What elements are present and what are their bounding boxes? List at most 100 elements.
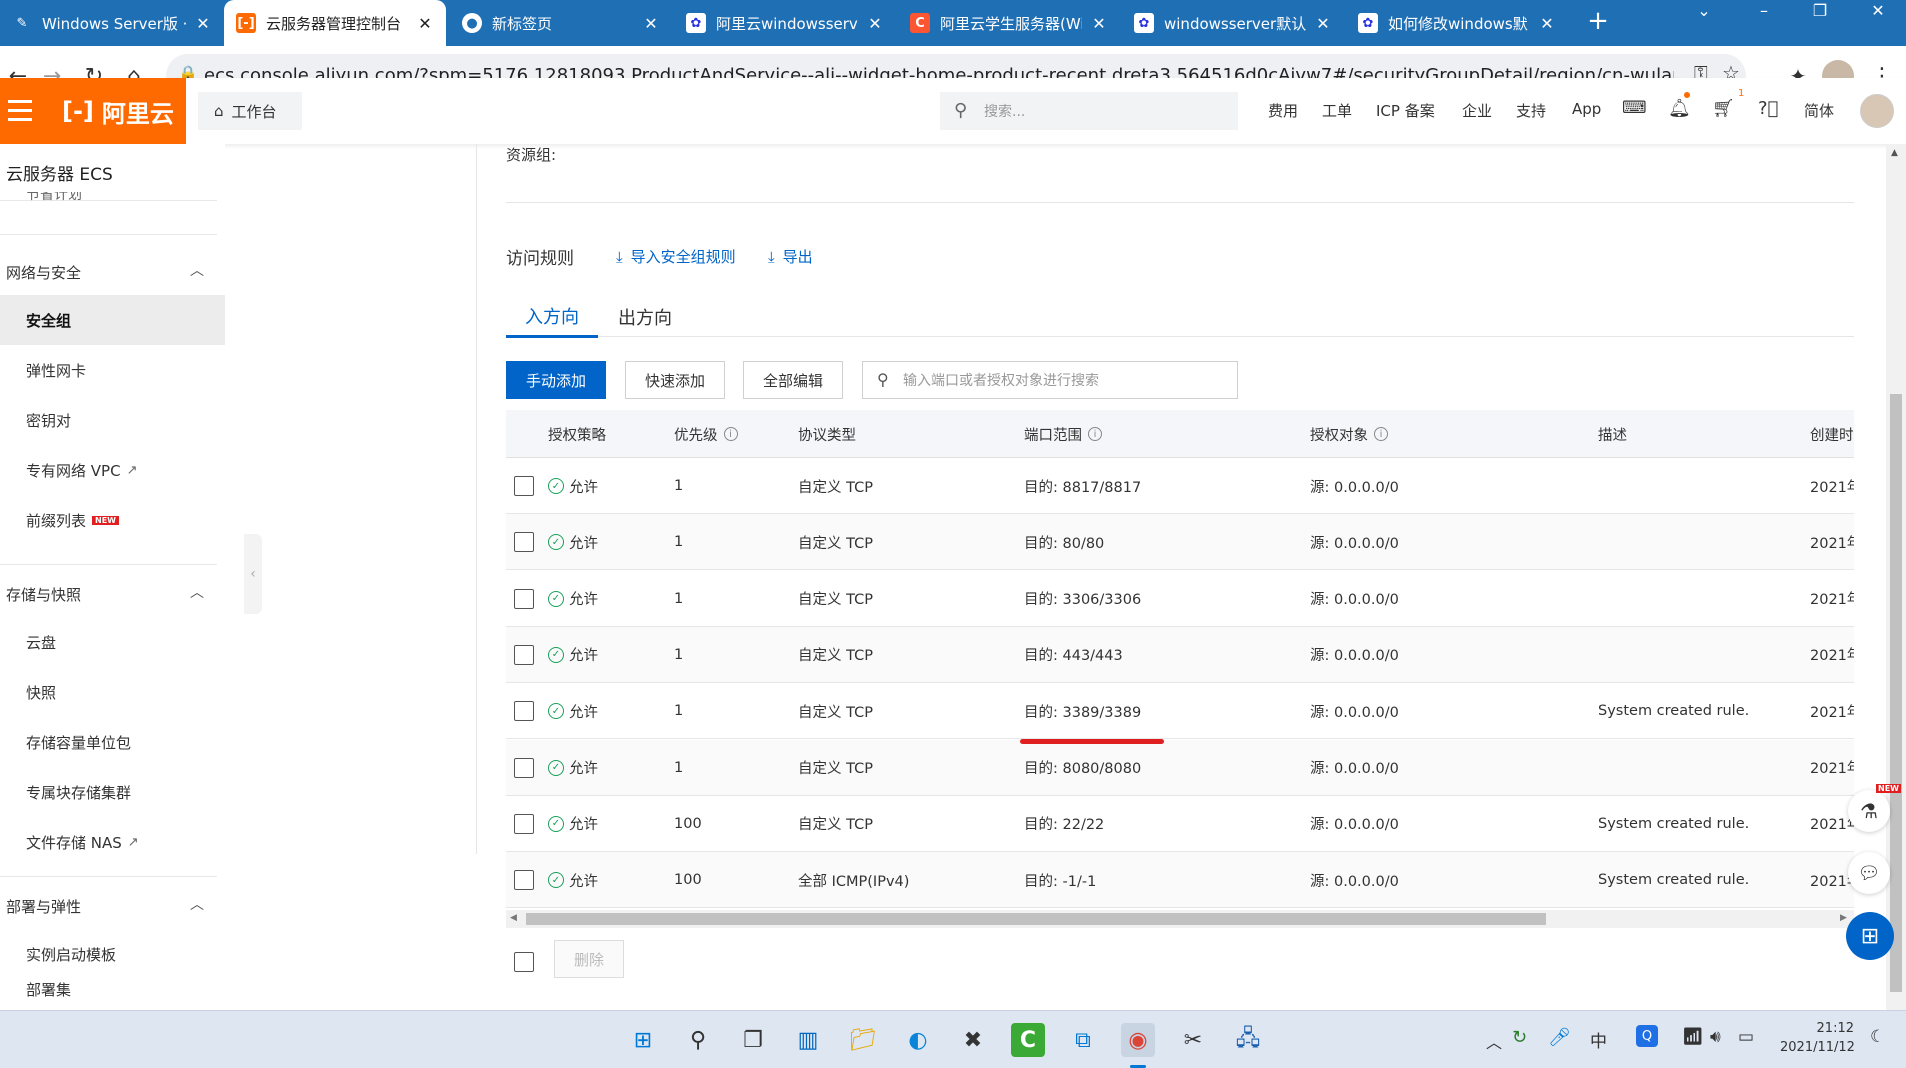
import-rules-link[interactable]: ⤓ 导入安全组规则 (616, 246, 736, 267)
window-close-icon[interactable]: ✕ (1850, 0, 1906, 30)
export-link[interactable]: ⤓ 导出 (768, 246, 813, 267)
info-icon[interactable]: i (1374, 427, 1388, 441)
language-switch[interactable]: 简体 (1804, 100, 1834, 121)
moon-icon[interactable]: ☾ (1870, 1027, 1885, 1047)
help-icon[interactable]: ?⃝ (1758, 98, 1778, 119)
sidebar-item-scu[interactable]: 存储容量单位包 (0, 717, 225, 767)
manual-add-button[interactable]: 手动添加 (506, 361, 606, 399)
close-icon[interactable]: ✕ (642, 14, 660, 33)
battery-icon[interactable]: ▭ (1738, 1027, 1754, 1047)
scroll-left-arrow-icon[interactable]: ◀ (510, 913, 517, 923)
table-horizontal-scrollbar[interactable]: ◀ ▶ (506, 910, 1854, 928)
browser-tab-0[interactable]: ✎ Windows Server版 · ✕ (0, 0, 224, 46)
row-checkbox[interactable] (514, 476, 534, 496)
row-checkbox[interactable] (514, 757, 534, 778)
nav-link-enterprise[interactable]: 企业 (1462, 100, 1492, 121)
browser-tab-4[interactable]: C 阿里云学生服务器(Wi ✕ (898, 0, 1120, 46)
user-avatar[interactable] (1860, 94, 1894, 128)
nav-link-ticket[interactable]: 工单 (1322, 100, 1352, 121)
nav-link-icp[interactable]: ICP 备案 (1376, 100, 1435, 121)
delete-button[interactable]: 删除 (554, 940, 624, 978)
new-tab-button[interactable]: + (1580, 6, 1616, 40)
sidebar-item-keypair[interactable]: 密钥对 (0, 395, 225, 445)
quick-add-button[interactable]: 快速添加 (625, 361, 725, 399)
tab-inbound[interactable]: 入方向 (506, 296, 598, 338)
close-icon[interactable]: ✕ (194, 14, 212, 33)
task-view-icon[interactable]: ❐ (736, 1023, 770, 1057)
scroll-up-arrow-icon[interactable]: ▲ (1891, 148, 1898, 158)
terminal-icon[interactable]: ⌨ (1622, 98, 1647, 118)
row-checkbox[interactable] (514, 588, 534, 609)
sidebar-item-launch-template[interactable]: 实例启动模板 (0, 929, 225, 979)
info-icon[interactable]: i (723, 427, 738, 441)
browser-tab-5[interactable]: ✿ windowsserver默认 ✕ (1122, 0, 1344, 46)
tab-outbound[interactable]: 出方向 (606, 296, 684, 338)
scrollbar-thumb[interactable] (526, 913, 1546, 925)
workbench-button[interactable]: ⌂ 工作台 (198, 92, 302, 130)
search-icon[interactable]: ⚲ (681, 1023, 715, 1057)
close-icon[interactable]: ✕ (1090, 14, 1108, 33)
file-explorer-icon[interactable]: 📁︎ (846, 1023, 880, 1057)
qq-icon[interactable]: Q (1636, 1025, 1658, 1047)
select-all-checkbox[interactable] (514, 952, 534, 972)
tab-search-icon[interactable]: ⌄ (1676, 0, 1732, 30)
wifi-icon[interactable]: 📶︎ (1682, 1027, 1704, 1047)
global-search-input[interactable]: ⚲ 搜索... (940, 92, 1238, 130)
clock[interactable]: 21:12 2021/11/12 (1780, 1019, 1855, 1057)
sync-icon[interactable]: ↻ (1512, 1027, 1527, 1048)
green-c-app-icon[interactable]: C (1011, 1023, 1045, 1057)
chevron-up-icon[interactable]: ︿ (1486, 1029, 1502, 1053)
restore-icon[interactable]: ❐ (1792, 0, 1848, 30)
browser-tab-2[interactable]: ● 新标签页 ✕ (450, 0, 672, 46)
row-checkbox[interactable] (514, 644, 534, 665)
close-icon[interactable]: ✕ (1314, 14, 1332, 33)
chrome-icon[interactable]: ◉ (1121, 1023, 1155, 1057)
row-checkbox[interactable] (514, 532, 534, 553)
network-app-icon[interactable]: 🖧 (1231, 1023, 1265, 1057)
hamburger-menu-icon[interactable] (0, 78, 48, 144)
volume-icon[interactable]: 🔊︎ (1710, 1027, 1721, 1047)
close-icon[interactable]: ✕ (866, 14, 884, 33)
info-icon[interactable]: i (1088, 427, 1102, 441)
nav-link-billing[interactable]: 费用 (1268, 100, 1298, 121)
browser-tab-1[interactable]: [-] 云服务器管理控制台 ✕ (224, 0, 446, 46)
snipping-tool-icon[interactable]: ✂ (1176, 1023, 1210, 1057)
ime-indicator[interactable]: 中 (1590, 1027, 1607, 1052)
microphone-icon[interactable]: 🎤︎ (1548, 1027, 1571, 1048)
edit-all-button[interactable]: 全部编辑 (743, 361, 843, 399)
close-icon[interactable]: ✕ (1538, 14, 1556, 33)
sidebar-item-truncated[interactable]: 节省计划 (26, 192, 82, 204)
sidebar-group-deploy[interactable]: 部署与弹性 (6, 896, 81, 917)
chevron-up-icon[interactable]: ︿ (190, 894, 204, 914)
close-icon[interactable]: ✕ (416, 14, 434, 33)
sidebar-item-dedicated-block[interactable]: 专属块存储集群 (0, 767, 225, 817)
sidebar-collapse-handle[interactable]: ‹ (244, 534, 262, 614)
browser-tab-6[interactable]: ✿ 如何修改windows默 ✕ (1346, 0, 1568, 46)
bell-icon[interactable]: 🔔︎ (1668, 98, 1691, 119)
minimize-icon[interactable]: – (1736, 0, 1792, 30)
scroll-right-arrow-icon[interactable]: ▶ (1840, 913, 1847, 923)
sidebar-item-security-group[interactable]: 安全组 (0, 295, 225, 345)
sidebar-group-storage[interactable]: 存储与快照 (6, 584, 81, 605)
sidebar-item-eni[interactable]: 弹性网卡 (0, 345, 225, 395)
row-checkbox[interactable] (514, 813, 534, 834)
sidebar-item-prefix-list[interactable]: 前缀列表 NEW (0, 495, 225, 545)
row-checkbox[interactable] (514, 701, 534, 722)
rule-search-input[interactable]: ⚲ 输入端口或者授权对象进行搜索 (862, 361, 1238, 399)
xshell-icon[interactable]: ✖ (956, 1023, 990, 1057)
sidebar-item-snapshot[interactable]: 快照 (0, 667, 225, 717)
nav-link-app[interactable]: App (1572, 100, 1601, 118)
row-checkbox[interactable] (514, 870, 534, 891)
chevron-up-icon[interactable]: ︿ (190, 582, 204, 602)
chat-icon[interactable]: 💬︎ (1848, 852, 1890, 894)
windows-start-icon[interactable]: ⊞ (626, 1023, 660, 1057)
cart-icon[interactable]: 🛒︎ (1712, 98, 1735, 119)
sidebar-group-network[interactable]: 网络与安全 (6, 262, 81, 283)
sidebar-item-vpc[interactable]: 专有网络 VPC ↗ (0, 445, 225, 495)
page-vertical-scrollbar[interactable]: ▲ (1886, 144, 1906, 1010)
browser-tab-3[interactable]: ✿ 阿里云windowsserve ✕ (674, 0, 896, 46)
nav-link-support[interactable]: 支持 (1516, 100, 1546, 121)
sidebar-item-nas[interactable]: 文件存储 NAS ↗ (0, 817, 225, 867)
aliyun-logo[interactable]: [-] 阿里云 (48, 78, 186, 144)
remote-desktop-icon[interactable]: ⧉ (1066, 1023, 1100, 1057)
